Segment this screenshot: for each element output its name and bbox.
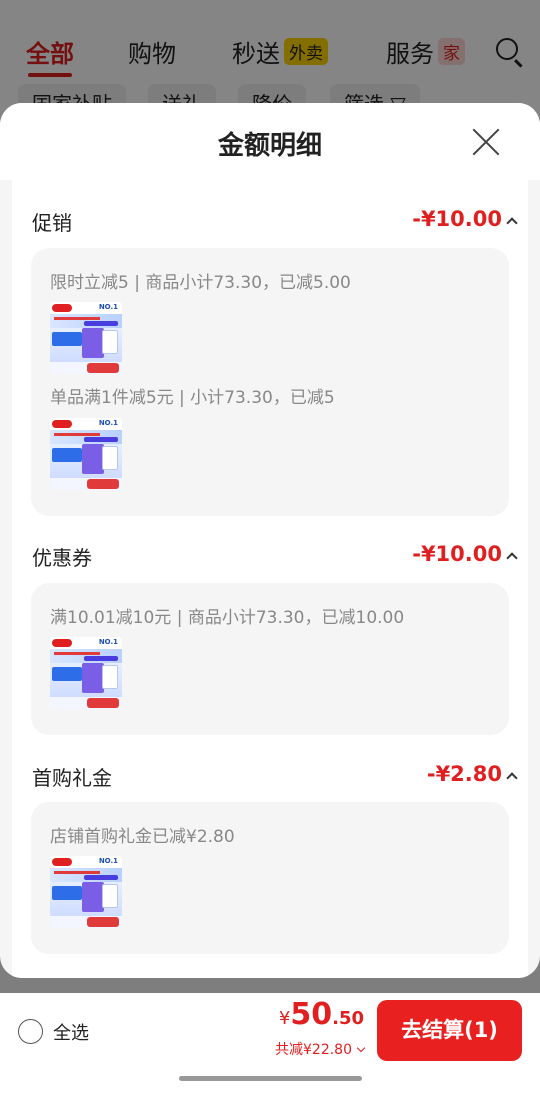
sheet-header: 金额明细 bbox=[0, 103, 540, 180]
coupon-line-text: 满10.01减10元 | 商品小计73.30，已减10.00 bbox=[50, 608, 405, 628]
sheet-body: 促销 -¥10.00 限时立减5 | 商品小计73.30，已减5.00 NO.1… bbox=[12, 180, 528, 978]
promotion-line-text: 单品满1件减5元 | 小计73.30，已减5 bbox=[50, 388, 335, 408]
select-all-radio[interactable] bbox=[18, 1019, 43, 1044]
product-thumbnail[interactable]: NO.1 bbox=[50, 856, 122, 928]
section-title-first-purchase-gift: 首购礼金 bbox=[32, 766, 112, 790]
amount-detail-sheet: 金额明细 促销 -¥10.00 限时立减5 | 商品小计73.30，已减5.00… bbox=[0, 103, 540, 978]
product-thumbnail[interactable]: NO.1 bbox=[50, 418, 122, 490]
first-purchase-card: 店铺首购礼金已减¥2.80 NO.1 bbox=[31, 802, 509, 954]
promotion-card: 限时立减5 | 商品小计73.30，已减5.00 NO.1 单品满1件减5元 |… bbox=[31, 248, 509, 516]
total-discount-label: 共减¥22.80 bbox=[275, 1042, 352, 1058]
chevron-down-icon bbox=[356, 1043, 366, 1053]
chevron-up-icon[interactable] bbox=[506, 217, 518, 229]
select-all-label[interactable]: 全选 bbox=[53, 1019, 89, 1045]
currency-symbol: ¥ bbox=[278, 1008, 291, 1029]
product-thumbnail[interactable]: NO.1 bbox=[50, 637, 122, 709]
price-decimal: .50 bbox=[332, 1008, 364, 1029]
chevron-up-icon[interactable] bbox=[506, 552, 518, 564]
product-thumbnail[interactable]: NO.1 bbox=[50, 302, 122, 374]
close-icon[interactable] bbox=[472, 128, 500, 156]
total-price: ¥50.50 bbox=[279, 997, 364, 1032]
coupon-card: 满10.01减10元 | 商品小计73.30，已减10.00 NO.1 bbox=[31, 583, 509, 735]
chevron-up-icon[interactable] bbox=[506, 772, 518, 784]
section-amount-coupon[interactable]: -¥10.00 bbox=[412, 542, 502, 566]
section-title-promotion: 促销 bbox=[32, 211, 72, 235]
checkout-bar: 全选 ¥50.50 共减¥22.80 去结算(1) bbox=[0, 993, 540, 1093]
price-integer: 50 bbox=[290, 997, 333, 1032]
section-title-coupon: 优惠券 bbox=[32, 546, 92, 570]
first-purchase-line-text: 店铺首购礼金已减¥2.80 bbox=[50, 827, 235, 847]
sheet-title: 金额明细 bbox=[217, 131, 322, 161]
total-discount[interactable]: 共减¥22.80 bbox=[275, 1039, 366, 1059]
section-amount-first-purchase-gift[interactable]: -¥2.80 bbox=[427, 762, 502, 786]
section-amount-promotion[interactable]: -¥10.00 bbox=[412, 207, 502, 231]
home-indicator bbox=[179, 1076, 362, 1081]
checkout-button[interactable]: 去结算(1) bbox=[377, 1000, 522, 1061]
promotion-line-text: 限时立减5 | 商品小计73.30，已减5.00 bbox=[50, 273, 351, 293]
